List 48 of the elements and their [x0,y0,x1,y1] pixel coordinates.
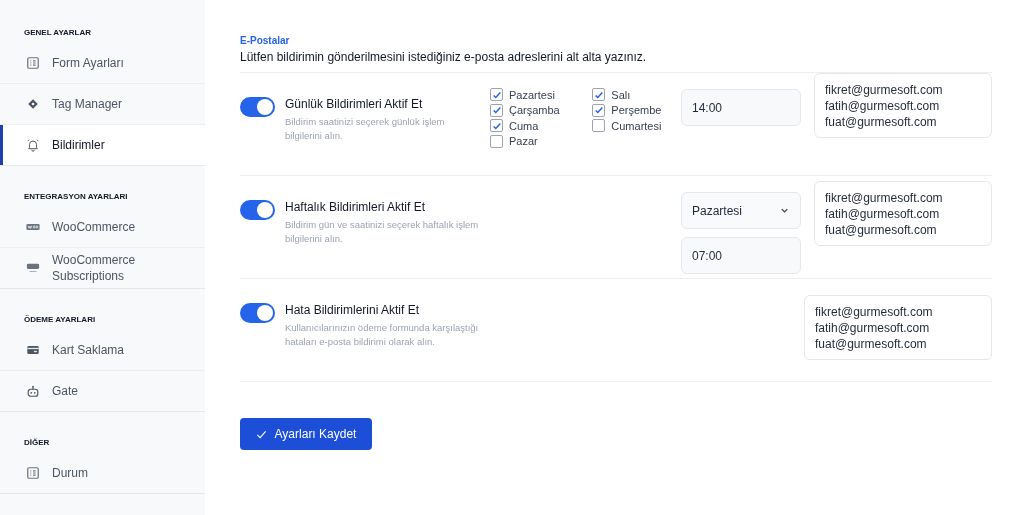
notification-description: Bildirim saatinizi seçerek günlük işlem bilgilerini alın. [285,115,446,143]
checkmark-icon [491,89,502,100]
email-textarea[interactable]: fikret@gurmesoft.com fatih@gurmesoft.com fuat@gurmesoft.com [814,73,992,138]
toggle-switch[interactable] [240,200,275,220]
sidebar-item[interactable]: Kart Saklama [0,330,205,371]
sidebar-item[interactable]: WooCommerce Subscriptions [0,248,205,289]
sidebar-heading: ÖDEME AYARLARI [23,314,97,324]
checkmark-icon [491,120,502,131]
list-icon [26,56,40,70]
day-checkbox[interactable]: Pazar [490,133,579,149]
time-field[interactable]: 07:00 [681,237,801,274]
sidebar-item[interactable]: Durum [0,453,205,494]
list-icon [26,466,40,480]
notification-title: Hata Bildirimlerini Aktif Et [285,303,421,317]
sidebar-heading: ENTEGRASYON AYARLARI [23,191,129,201]
day-checkbox[interactable]: Çarşamba [490,102,579,118]
notification-title: Günlük Bildirimleri Aktif Et [285,97,424,111]
notification-description: Kullanıcılarınızın ödeme formunda karşılaştığı hataları e-posta bildirimi olarak alın. [285,321,480,349]
sidebar-item[interactable]: Form Ayarları [0,43,205,84]
card-icon [26,343,40,357]
sidebar-item[interactable]: Gate [0,371,205,412]
sidebar-item[interactable]: Bildirimler [0,125,205,166]
day-select[interactable]: Pazartesi [681,192,801,229]
sidebar-heading: DİĞER [23,437,51,447]
notification-title: Haftalık Bildirimleri Aktif Et [285,200,427,214]
day-checkbox[interactable]: Salı [592,87,680,103]
section-title: E-Postalar [240,35,291,46]
robot-icon [26,384,40,398]
day-checkbox[interactable]: Cumartesi [592,118,680,134]
email-textarea[interactable]: fikret@gurmesoft.com fatih@gurmesoft.com fuat@gurmesoft.com [814,181,992,246]
sidebar-item[interactable]: WooCommerce [0,207,205,248]
toggle-switch[interactable] [240,97,275,117]
checkmark-icon [491,105,502,116]
notification-description: Bildirim gün ve saatinizi seçerek haftalık işlem bilgilerini alın. [285,218,480,246]
time-field[interactable]: 14:00 [681,89,801,126]
save-button[interactable]: Ayarları Kaydet [240,418,372,450]
checkmark-icon [593,89,604,100]
diamond-icon [26,97,40,111]
sidebar-heading: GENEL AYARLAR [23,27,92,37]
check-icon [255,428,267,440]
day-checkbox[interactable]: Perşembe [592,102,680,118]
checkmark-icon [593,105,604,116]
day-checkbox[interactable]: Cuma [490,118,579,134]
woo-logo-icon [26,261,40,275]
email-textarea[interactable]: fikret@gurmesoft.com fatih@gurmesoft.com fuat@gurmesoft.com [804,295,992,360]
day-checkbox[interactable]: Pazartesi [490,87,579,103]
toggle-switch[interactable] [240,303,275,323]
bell-icon [26,138,40,152]
